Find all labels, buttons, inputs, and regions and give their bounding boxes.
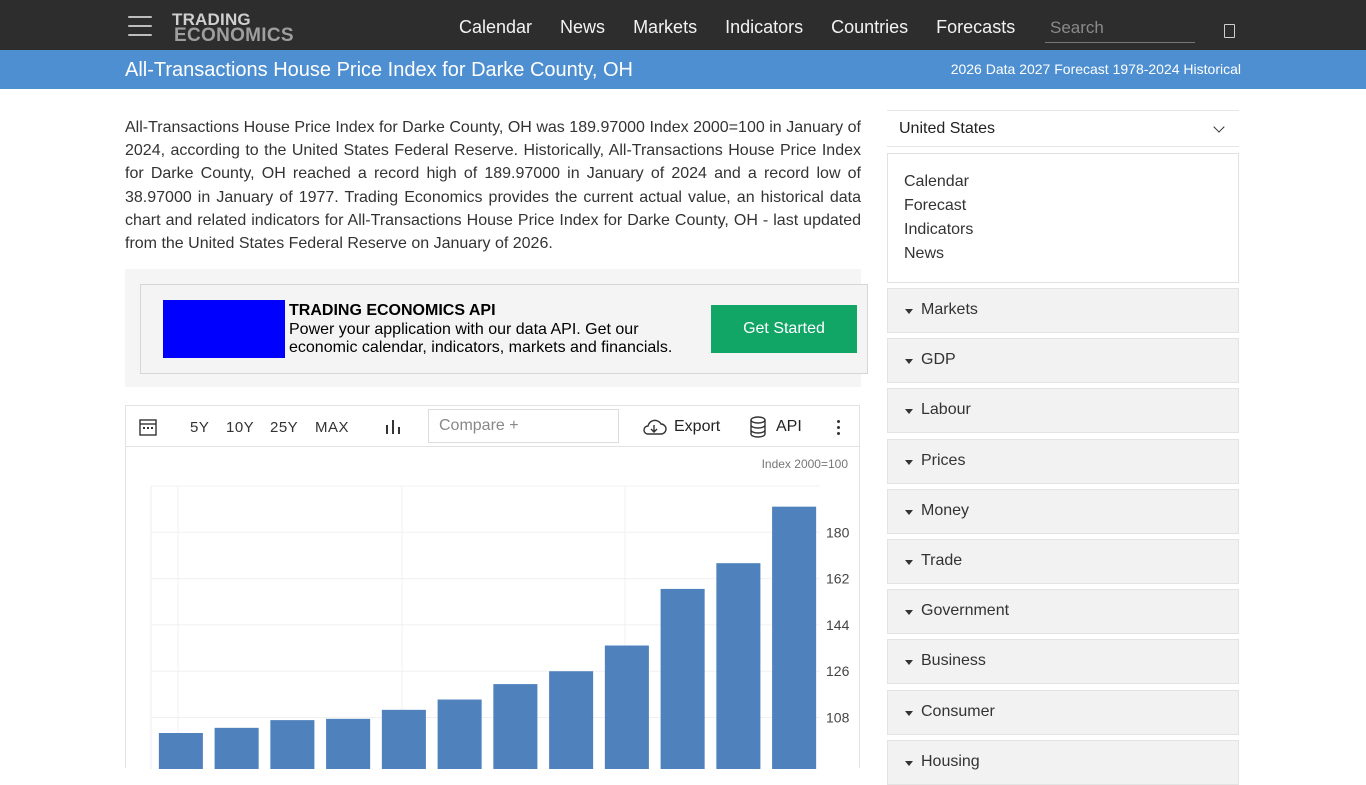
y-tick-label: 108: [826, 710, 850, 726]
quick-link-indicators[interactable]: Indicators: [904, 218, 973, 242]
caret-down-icon: [905, 309, 913, 314]
chart-bar: [326, 718, 371, 769]
category-housing[interactable]: Housing: [887, 740, 1239, 785]
cloud-download-icon[interactable]: [641, 418, 667, 436]
menu-icon[interactable]: [128, 16, 152, 36]
nav-link-indicators[interactable]: Indicators: [725, 17, 803, 38]
caret-down-icon: [905, 761, 913, 766]
nav-link-markets[interactable]: Markets: [633, 17, 697, 38]
caret-down-icon: [905, 560, 913, 565]
category-label: Markets: [921, 301, 978, 318]
quick-link-calendar[interactable]: Calendar: [904, 170, 973, 194]
caret-down-icon: [905, 711, 913, 716]
promo-image: [163, 300, 285, 358]
chart-bar: [493, 684, 538, 769]
category-gdp[interactable]: GDP: [887, 338, 1239, 383]
category-money[interactable]: Money: [887, 489, 1239, 534]
category-label: Prices: [921, 452, 966, 469]
top-navbar: TRADING ECONOMICS Calendar News Markets …: [0, 0, 1366, 50]
logo-line-2: ECONOMICS: [174, 25, 294, 46]
chart-bar: [214, 727, 259, 769]
category-label: Business: [921, 652, 986, 669]
category-label: Labour: [921, 401, 971, 418]
chart-bar: [772, 506, 817, 769]
chart-bar: [270, 720, 315, 769]
page-title: All-Transactions House Price Index for D…: [125, 59, 633, 81]
chart-type-icon[interactable]: [384, 418, 402, 436]
title-bar: All-Transactions House Price Index for D…: [0, 50, 1366, 89]
category-markets[interactable]: Markets: [887, 288, 1239, 333]
api-promo-banner: TRADING ECONOMICS API Power your applica…: [140, 284, 868, 374]
nav-link-news[interactable]: News: [560, 17, 605, 38]
country-select-value: United States: [899, 120, 996, 137]
category-government[interactable]: Government: [887, 589, 1239, 634]
nav-link-forecasts[interactable]: Forecasts: [936, 17, 1015, 38]
caret-down-icon: [905, 409, 913, 414]
quick-link-forecast[interactable]: Forecast: [904, 194, 973, 218]
country-select[interactable]: United States: [887, 110, 1239, 147]
bar-chart: 108 126 144 162 180: [150, 485, 850, 769]
search-input[interactable]: [1045, 13, 1195, 43]
category-trade[interactable]: Trade: [887, 539, 1239, 584]
data-coverage-meta: 2026 Data 2027 Forecast 1978-2024 Histor…: [950, 61, 1241, 77]
range-max-button[interactable]: MAX: [315, 419, 349, 436]
category-label: Trade: [921, 552, 963, 569]
range-10y-button[interactable]: 10Y: [226, 419, 254, 436]
category-business[interactable]: Business: [887, 639, 1239, 684]
chart-bar: [660, 588, 705, 769]
chart-bar: [604, 645, 649, 769]
main-nav: Calendar News Markets Indicators Countri…: [459, 17, 1043, 38]
api-promo-section: TRADING ECONOMICS API Power your applica…: [125, 269, 868, 387]
nav-link-countries[interactable]: Countries: [831, 17, 908, 38]
indicator-description: All-Transactions House Price Index for D…: [125, 119, 861, 253]
compare-input[interactable]: [428, 409, 619, 443]
api-button[interactable]: API: [776, 418, 802, 436]
category-prices[interactable]: Prices: [887, 439, 1239, 484]
calendar-icon[interactable]: [139, 418, 157, 436]
y-tick-label: 144: [826, 617, 850, 633]
category-consumer[interactable]: Consumer: [887, 690, 1239, 735]
chart-panel: 5Y 10Y 25Y MAX Export API Index 2000=100…: [125, 405, 860, 769]
caret-down-icon: [905, 460, 913, 465]
range-25y-button[interactable]: 25Y: [270, 419, 298, 436]
chart-bar: [381, 709, 426, 769]
category-label: Money: [921, 502, 970, 519]
chart-toolbar: 5Y 10Y 25Y MAX Export API: [126, 406, 859, 447]
get-started-button[interactable]: Get Started: [711, 305, 857, 353]
chart-bar: [716, 563, 761, 769]
chart-bar: [437, 699, 482, 769]
y-tick-label: 180: [826, 524, 850, 540]
caret-down-icon: [905, 610, 913, 615]
caret-down-icon: [905, 660, 913, 665]
promo-text: Power your application with our data API…: [289, 321, 673, 356]
database-icon[interactable]: [749, 416, 767, 438]
promo-title: TRADING ECONOMICS API: [289, 302, 496, 319]
range-5y-button[interactable]: 5Y: [190, 419, 209, 436]
login-icon[interactable]: [1224, 24, 1235, 38]
chevron-down-icon: [1213, 121, 1225, 133]
more-options-icon[interactable]: [837, 420, 841, 436]
y-tick-label: 162: [826, 571, 850, 587]
chart-bar: [158, 732, 203, 769]
nav-link-calendar[interactable]: Calendar: [459, 17, 532, 38]
chart-bar: [549, 671, 594, 769]
export-button[interactable]: Export: [674, 418, 720, 436]
category-label: GDP: [921, 351, 956, 368]
quick-link-news[interactable]: News: [904, 242, 973, 266]
category-label: Consumer: [921, 703, 995, 720]
caret-down-icon: [905, 359, 913, 364]
y-tick-label: 126: [826, 663, 850, 679]
logo[interactable]: TRADING ECONOMICS: [172, 11, 294, 46]
category-label: Housing: [921, 753, 980, 770]
quick-links-box: Calendar Forecast Indicators News: [887, 153, 1239, 283]
caret-down-icon: [905, 510, 913, 515]
category-labour[interactable]: Labour: [887, 388, 1239, 433]
chart-unit-label: Index 2000=100: [761, 457, 848, 471]
category-label: Government: [921, 602, 1010, 619]
